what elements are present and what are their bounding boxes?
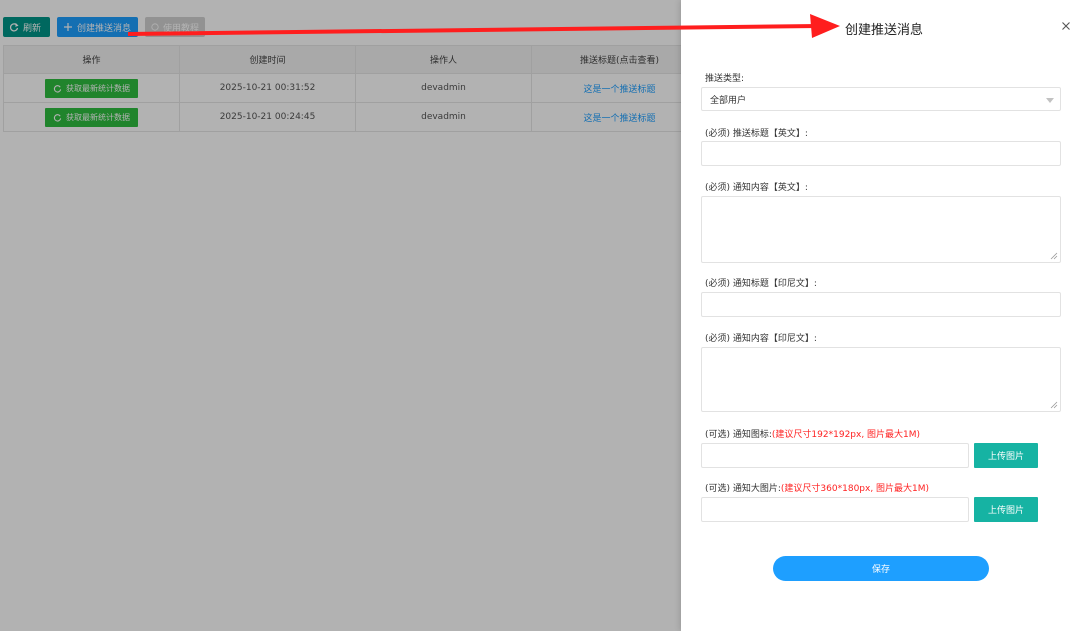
icon-url-input[interactable] (701, 443, 969, 468)
chevron-down-icon (1046, 98, 1054, 103)
save-button[interactable]: 保存 (773, 556, 989, 581)
push-type-select[interactable]: 全部用户 (701, 87, 1061, 111)
push-type-label: 推送类型: (705, 74, 745, 84)
title-id-label: (必须) 通知标题【印尼文】: (705, 279, 817, 289)
icon-label-text: (可选) 通知图标: (705, 430, 772, 440)
title-id-input[interactable] (701, 292, 1061, 317)
close-icon[interactable] (1059, 19, 1073, 33)
modal-overlay[interactable] (0, 0, 681, 631)
resize-handle-icon[interactable] (1050, 252, 1058, 260)
big-image-label-text: (可选) 通知大图片: (705, 484, 781, 494)
upload-icon-button[interactable]: 上传图片 (974, 443, 1038, 468)
create-push-drawer: 创建推送消息 推送类型: 全部用户 (必须) 推送标题【英文】: (必须) 通知… (681, 0, 1081, 631)
title-en-input[interactable] (701, 141, 1061, 166)
content-en-textarea[interactable] (701, 196, 1061, 263)
big-image-size-hint: (建议尺寸360*180px, 图片最大1M) (780, 484, 930, 494)
content-id-textarea[interactable] (701, 347, 1061, 412)
icon-label: (可选) 通知图标:(建议尺寸192*192px, 图片最大1M) (705, 427, 920, 440)
title-en-label: (必须) 推送标题【英文】: (705, 129, 808, 139)
big-image-label: (可选) 通知大图片:(建议尺寸360*180px, 图片最大1M) (705, 481, 929, 494)
content-id-label: (必须) 通知内容【印尼文】: (705, 334, 817, 344)
push-type-value: 全部用户 (710, 95, 747, 106)
upload-big-image-button[interactable]: 上传图片 (974, 497, 1038, 522)
content-en-label: (必须) 通知内容【英文】: (705, 183, 808, 193)
drawer-title: 创建推送消息 (845, 23, 924, 38)
big-image-url-input[interactable] (701, 497, 969, 522)
icon-size-hint: (建议尺寸192*192px, 图片最大1M) (771, 430, 921, 440)
resize-handle-icon[interactable] (1050, 401, 1058, 409)
